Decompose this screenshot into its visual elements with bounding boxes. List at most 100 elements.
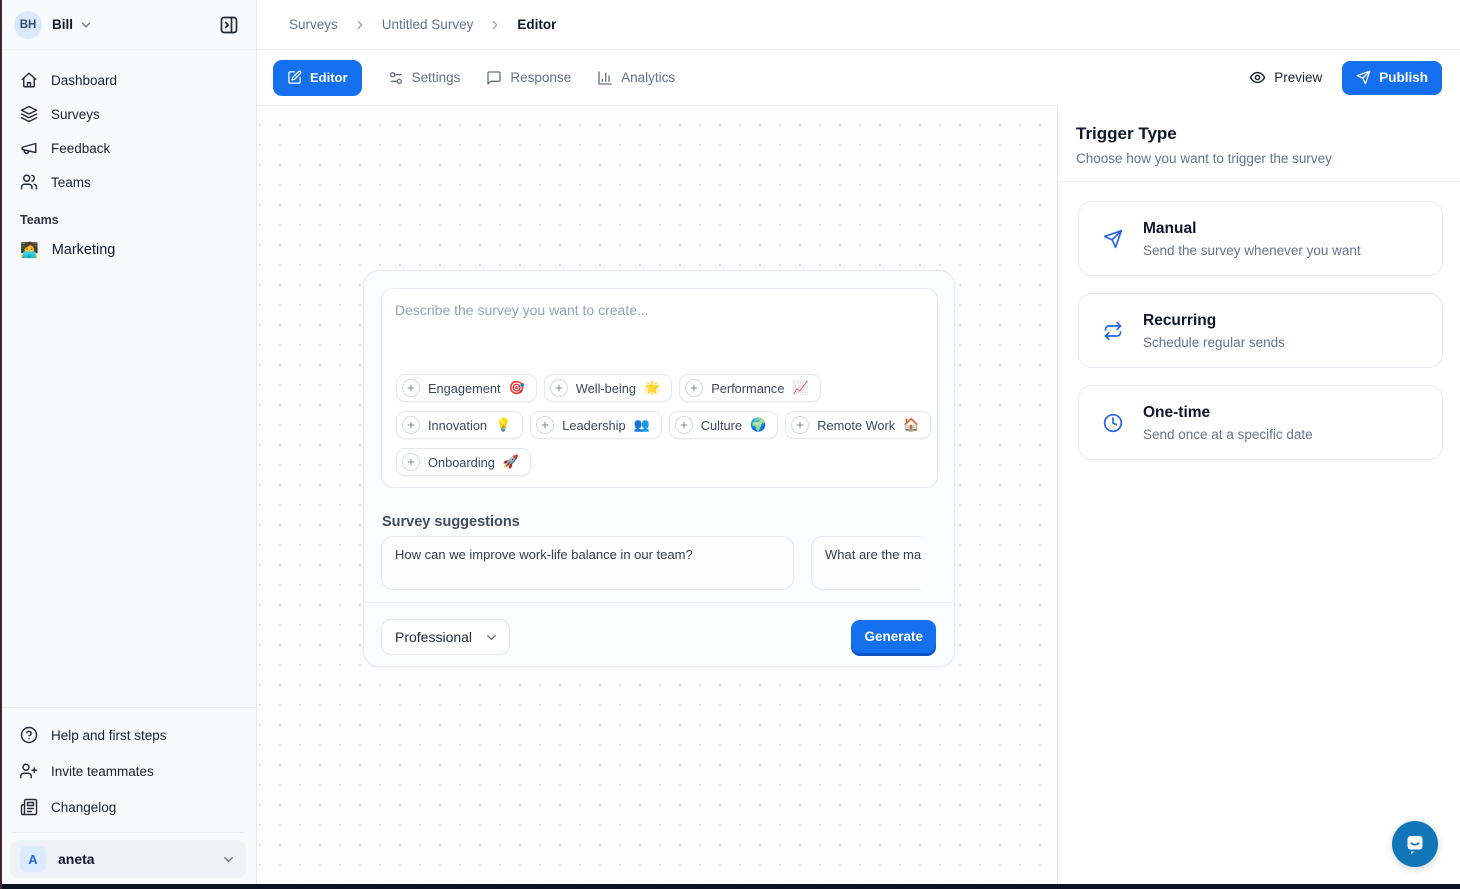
plus-icon <box>550 379 568 397</box>
breadcrumb-untitled-survey[interactable]: Untitled Survey <box>382 17 474 32</box>
tab-editor[interactable]: Editor <box>273 60 362 96</box>
panel-subtitle: Choose how you want to trigger the surve… <box>1076 151 1442 166</box>
team-emoji: 🧑‍💻 <box>20 241 39 259</box>
sidebar-item-changelog[interactable]: Changelog <box>10 789 246 825</box>
eye-icon <box>1249 69 1266 86</box>
sidebar-item-dashboard[interactable]: Dashboard <box>10 63 246 97</box>
tab-response[interactable]: Response <box>486 70 571 86</box>
tone-selected-value: Professional <box>395 629 472 645</box>
plus-icon <box>402 416 420 434</box>
chip-label: Performance <box>711 381 784 396</box>
divider <box>12 832 244 833</box>
team-label: Marketing <box>52 242 116 258</box>
topic-chip-performance[interactable]: Performance 📈 <box>679 374 820 402</box>
topic-chip-remote-work[interactable]: Remote Work 🏠 <box>785 411 931 439</box>
bar-chart-icon <box>597 70 613 86</box>
trigger-option-recurring[interactable]: Recurring Schedule regular sends <box>1078 293 1443 368</box>
tab-settings[interactable]: Settings <box>388 70 461 86</box>
user-menu[interactable]: A aneta <box>10 840 246 878</box>
sidebar-item-help[interactable]: Help and first steps <box>10 717 246 753</box>
chip-label: Well-being <box>576 381 636 396</box>
chevron-right-icon <box>488 18 502 32</box>
tab-label: Response <box>510 70 571 85</box>
option-description: Send once at a specific date <box>1143 427 1313 442</box>
send-icon <box>1103 229 1123 249</box>
option-title: Recurring <box>1143 312 1285 330</box>
collapse-sidebar-button[interactable] <box>216 12 242 38</box>
chevron-down-icon <box>484 630 499 645</box>
chip-emoji: 📈 <box>792 380 808 396</box>
option-description: Send the survey whenever you want <box>1143 243 1361 258</box>
trigger-option-manual[interactable]: Manual Send the survey whenever you want <box>1078 201 1443 276</box>
tab-analytics[interactable]: Analytics <box>597 70 675 86</box>
sidebar-item-surveys[interactable]: Surveys <box>10 97 246 131</box>
plus-icon <box>402 379 420 397</box>
chat-bubble-icon <box>1403 832 1427 856</box>
breadcrumb-surveys[interactable]: Surveys <box>289 17 338 32</box>
prompt-box: Engagement 🎯 Well-being 🌟 Performance 📈 <box>381 288 938 488</box>
window-bottom-edge <box>0 884 1460 889</box>
workspace-avatar: BH <box>14 11 42 39</box>
home-icon <box>20 71 38 89</box>
survey-prompt-input[interactable] <box>395 302 924 360</box>
topic-chip-well-being[interactable]: Well-being 🌟 <box>544 374 672 402</box>
topic-chip-leadership[interactable]: Leadership 👥 <box>530 411 662 439</box>
topic-chip-engagement[interactable]: Engagement 🎯 <box>396 374 537 402</box>
suggestion-card[interactable]: What are the main ob <box>811 536 921 590</box>
message-icon <box>486 70 502 86</box>
repeat-icon <box>1103 321 1123 341</box>
window-left-edge <box>0 0 2 889</box>
editor-toolbar: Editor Settings Response Analytics <box>257 50 1460 106</box>
plus-icon <box>536 416 554 434</box>
sidebar-item-feedback[interactable]: Feedback <box>10 131 246 165</box>
trigger-type-panel: Trigger Type Choose how you want to trig… <box>1057 105 1460 889</box>
chip-label: Onboarding <box>428 455 495 470</box>
composer-footer: Professional Generate <box>364 602 954 666</box>
survey-composer-card: Engagement 🎯 Well-being 🌟 Performance 📈 <box>363 270 955 667</box>
user-name: aneta <box>58 851 95 867</box>
option-description: Schedule regular sends <box>1143 335 1285 350</box>
clock-icon <box>1103 413 1123 433</box>
chip-emoji: 🚀 <box>503 454 519 470</box>
edit-icon <box>287 70 302 85</box>
sidebar-footer: Help and first steps Invite teammates Ch… <box>0 707 256 884</box>
preview-button[interactable]: Preview <box>1249 69 1322 86</box>
topic-chip-onboarding[interactable]: Onboarding 🚀 <box>396 448 531 476</box>
sidebar-item-label: Changelog <box>51 800 116 815</box>
plus-icon <box>685 379 703 397</box>
option-title: One-time <box>1143 404 1313 422</box>
sidebar-item-label: Teams <box>51 175 91 190</box>
suggestion-card[interactable]: How can we improve work-life balance in … <box>381 536 794 590</box>
sidebar-item-team-marketing[interactable]: 🧑‍💻 Marketing <box>10 234 246 266</box>
generate-button[interactable]: Generate <box>851 620 936 653</box>
sidebar-item-label: Feedback <box>51 141 110 156</box>
teams-section-label: Teams <box>0 199 256 232</box>
chip-label: Innovation <box>428 418 487 433</box>
topic-chip-innovation[interactable]: Innovation 💡 <box>396 411 523 439</box>
tone-select[interactable]: Professional <box>381 619 510 655</box>
chip-label: Leadership <box>562 418 625 433</box>
trigger-option-one-time[interactable]: One-time Send once at a specific date <box>1078 385 1443 460</box>
topic-chip-culture[interactable]: Culture 🌍 <box>669 411 778 439</box>
chat-launcher-button[interactable] <box>1392 821 1438 867</box>
chip-label: Remote Work <box>817 418 895 433</box>
sidebar-item-label: Surveys <box>51 107 100 122</box>
sidebar-item-label: Invite teammates <box>51 764 154 779</box>
publish-label: Publish <box>1379 70 1428 85</box>
megaphone-icon <box>20 139 38 157</box>
chip-emoji: 🎯 <box>509 380 525 396</box>
sidebar-item-teams[interactable]: Teams <box>10 165 246 199</box>
workspace-switcher[interactable]: BH Bill <box>0 0 256 50</box>
sidebar-item-invite[interactable]: Invite teammates <box>10 753 246 789</box>
breadcrumb-editor: Editor <box>517 17 556 32</box>
preview-label: Preview <box>1274 70 1322 85</box>
chevron-down-icon <box>79 18 93 32</box>
plus-icon <box>402 453 420 471</box>
chip-emoji: 🏠 <box>903 417 919 433</box>
publish-button[interactable]: Publish <box>1342 61 1442 95</box>
tab-label: Settings <box>412 70 461 85</box>
trigger-options: Manual Send the survey whenever you want… <box>1058 182 1460 460</box>
plus-icon <box>791 416 809 434</box>
chip-emoji: 💡 <box>495 417 511 433</box>
layers-icon <box>20 105 38 123</box>
